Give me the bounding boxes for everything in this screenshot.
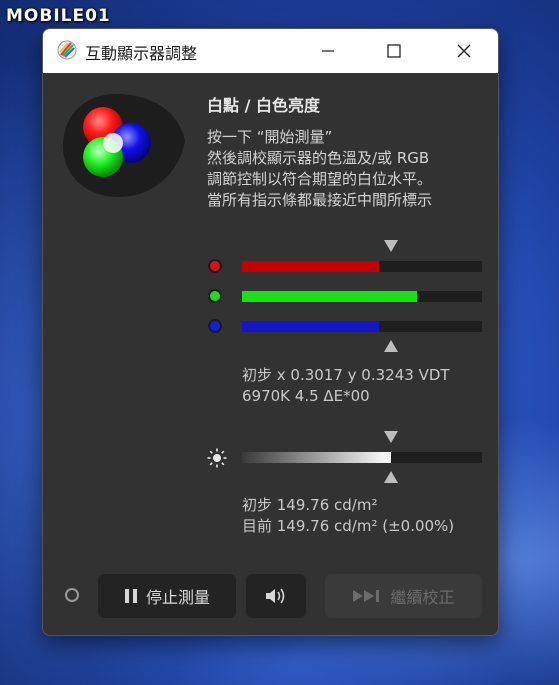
- skip-forward-icon: [352, 589, 382, 603]
- luminance-line-2: 目前 149.76 cd/m² (±0.00%): [242, 517, 455, 535]
- whitepoint-line-1: 初步 x 0.3017 y 0.3243 VDT: [242, 366, 450, 384]
- close-icon: [457, 44, 471, 58]
- calibration-window: 互動顯示器調整 白點 / 白色亮度 按一下 “開始測量” 然後調校顯示器的色溫及…: [42, 28, 499, 636]
- blue-channel-bar: [242, 321, 482, 332]
- maximize-button[interactable]: [371, 29, 417, 73]
- brightness-bar: [242, 452, 482, 463]
- minimize-icon: [322, 50, 334, 52]
- stop-measurement-button[interactable]: 停止測量: [98, 574, 236, 618]
- minimize-button[interactable]: [305, 29, 351, 73]
- pause-icon: [124, 588, 138, 604]
- maximize-icon: [387, 44, 401, 58]
- whitepoint-readout: 初步 x 0.3017 y 0.3243 VDT 6970K 4.5 ΔE*00: [242, 365, 450, 407]
- blue-channel-dot: [208, 319, 222, 333]
- window-title: 互動顯示器調整: [85, 44, 198, 63]
- brightness-fill: [242, 452, 391, 463]
- luminance-line-1: 初步 149.76 cd/m²: [242, 496, 378, 514]
- title-bar[interactable]: 互動顯示器調整: [43, 29, 498, 73]
- continue-calibration-button[interactable]: 繼續校正: [325, 574, 482, 618]
- rgb-target-marker-bottom: [383, 340, 398, 352]
- brightness-sun-icon: [207, 448, 227, 468]
- brightness-target-marker-bottom: [383, 471, 398, 483]
- green-channel-dot: [208, 289, 222, 303]
- stop-measurement-label: 停止測量: [145, 588, 210, 607]
- instruction-line: 調節控制以符合期望的白位水平。: [207, 170, 433, 188]
- blue-channel-fill: [242, 321, 379, 332]
- brightness-target-marker-top: [383, 431, 398, 443]
- red-channel-dot: [208, 259, 222, 273]
- speaker-icon: [266, 588, 285, 604]
- instruction-line: 當所有指示條都最接近中間所標示: [207, 191, 433, 209]
- red-channel-fill: [242, 261, 379, 272]
- instruction-line: 然後調校顯示器的色溫及/或 RGB: [207, 149, 430, 167]
- red-channel-bar: [242, 261, 482, 272]
- section-heading: 白點 / 白色亮度: [207, 96, 320, 115]
- luminance-readout: 初步 149.76 cd/m² 目前 149.76 cd/m² (±0.00%): [242, 495, 454, 537]
- status-indicator: [65, 588, 79, 602]
- instructions-text: 按一下 “開始測量” 然後調校顯示器的色溫及/或 RGB 調節控制以符合期望的白…: [207, 127, 432, 211]
- continue-calibration-label: 繼續校正: [390, 588, 455, 607]
- instruction-line: 按一下 “開始測量”: [207, 128, 333, 146]
- green-channel-fill: [242, 291, 418, 302]
- watermark-logo: MOBILE01: [6, 6, 111, 26]
- rgb-whitepoint-icon: [63, 94, 185, 197]
- whitepoint-line-2: 6970K 4.5 ΔE*00: [242, 387, 370, 405]
- sound-toggle-button[interactable]: [246, 574, 306, 618]
- green-channel-bar: [242, 291, 482, 302]
- app-icon: [57, 40, 77, 60]
- close-button[interactable]: [441, 29, 487, 73]
- rgb-target-marker-top: [383, 240, 398, 252]
